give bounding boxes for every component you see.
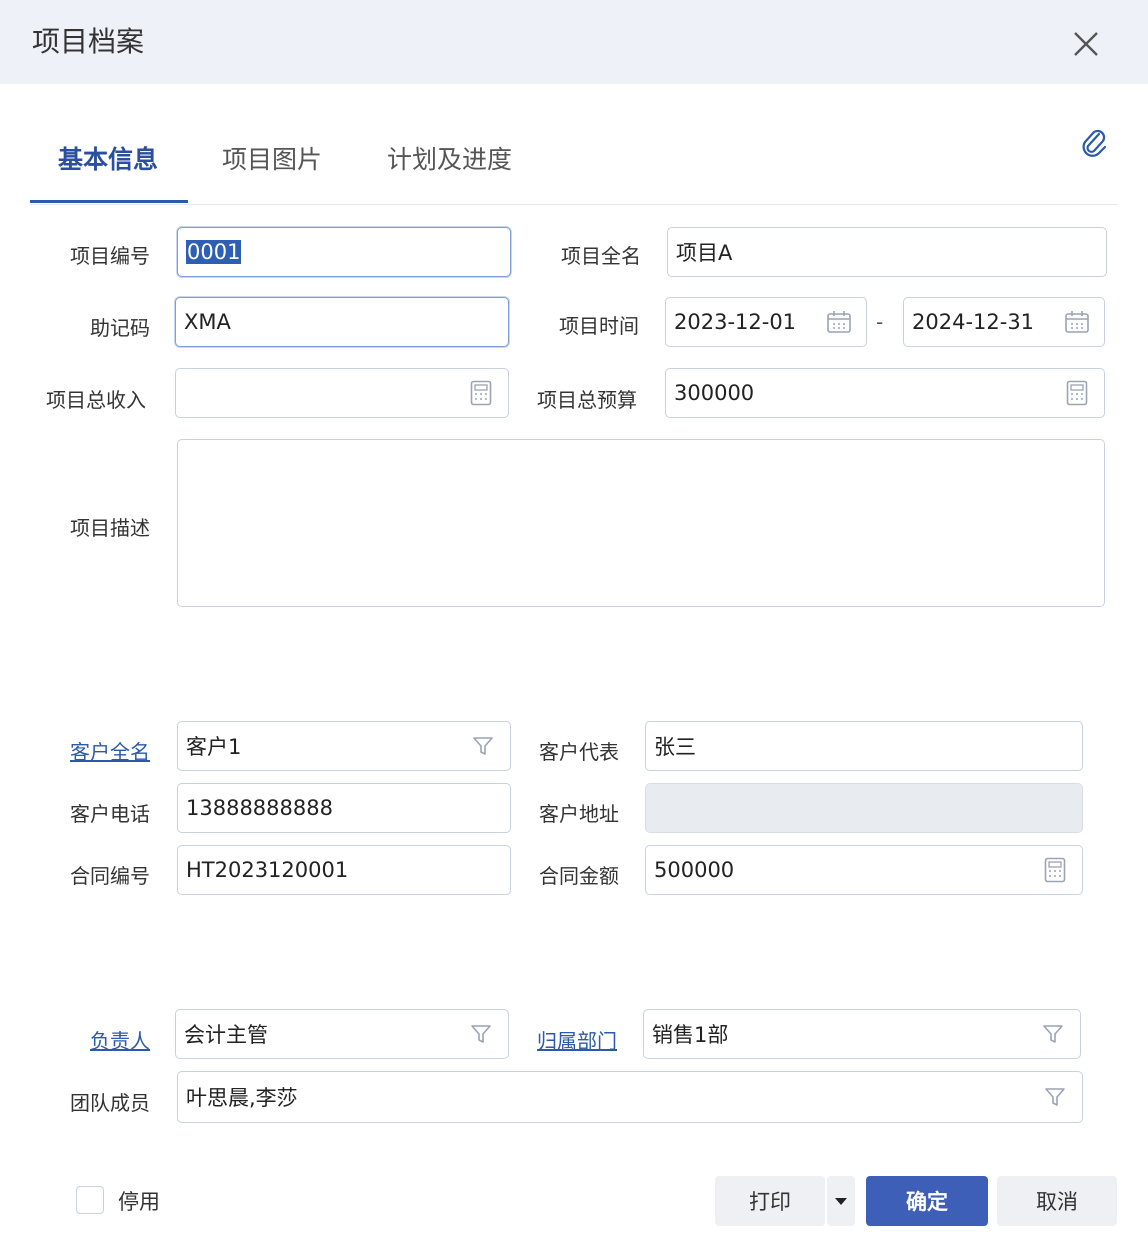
team-members-input[interactable]: 叶思晨,李莎 [177,1071,1083,1123]
project-fullname-label: 项目全名 [561,244,641,268]
total-budget-value: 300000 [674,381,755,405]
project-fullname-input[interactable]: 项目A [667,227,1107,277]
start-date-input[interactable]: 2023-12-01 [665,297,867,347]
customer-name-input[interactable]: 客户1 [177,721,511,771]
end-date-input[interactable]: 2024-12-31 [903,297,1105,347]
customer-name-link[interactable]: 客户全名 [70,736,150,765]
project-fullname-value: 项目A [676,241,733,265]
calculator-icon[interactable] [470,380,492,406]
calendar-icon[interactable] [1064,310,1090,334]
end-date-value: 2024-12-31 [912,310,1035,334]
customer-name-value: 客户1 [186,735,242,759]
disable-checkbox[interactable] [76,1186,104,1214]
calculator-icon[interactable] [1066,380,1088,406]
owner-input[interactable]: 会计主管 [175,1009,509,1059]
dialog-title: 项目档案 [32,25,145,58]
cancel-button[interactable]: 取消 [997,1176,1117,1226]
total-income-label: 项目总收入 [46,388,146,412]
mnemonic-label: 助记码 [90,316,150,340]
description-label: 项目描述 [70,516,150,540]
contract-number-label: 合同编号 [70,864,150,888]
print-options-button[interactable] [827,1176,855,1226]
filter-icon[interactable] [1044,1086,1066,1108]
customer-rep-value: 张三 [654,735,696,759]
filter-icon[interactable] [1042,1023,1064,1045]
contract-amount-input[interactable]: 500000 [645,845,1083,895]
disable-checkbox-label: 停用 [118,1190,160,1214]
mnemonic-value: XMA [184,310,231,334]
department-value: 销售1部 [652,1023,729,1047]
paperclip-icon[interactable] [1078,126,1110,160]
contract-amount-value: 500000 [654,858,735,882]
calculator-icon[interactable] [1044,857,1066,883]
tab-basic-info[interactable]: 基本信息 [58,140,158,176]
customer-phone-input[interactable]: 13888888888 [177,783,511,833]
contract-amount-label: 合同金额 [539,864,619,888]
mnemonic-input[interactable]: XMA [175,297,509,347]
customer-phone-value: 13888888888 [186,796,333,820]
customer-rep-label: 客户代表 [539,740,619,764]
ok-button[interactable]: 确定 [866,1176,988,1226]
customer-address-input [645,783,1083,833]
filter-icon[interactable] [470,1023,492,1045]
project-code-label: 项目编号 [70,244,150,268]
dialog-header: 项目档案 [0,0,1148,84]
total-budget-label: 项目总预算 [537,388,637,412]
contract-number-value: HT2023120001 [186,858,349,882]
department-input[interactable]: 销售1部 [643,1009,1081,1059]
owner-value: 会计主管 [184,1023,268,1047]
team-members-value: 叶思晨,李莎 [186,1086,298,1110]
customer-address-label: 客户地址 [539,802,619,826]
department-link[interactable]: 归属部门 [537,1025,617,1054]
description-textarea[interactable] [177,439,1105,607]
customer-phone-label: 客户电话 [70,802,150,826]
contract-number-input[interactable]: HT2023120001 [177,845,511,895]
project-code-input[interactable]: 0001 [177,227,511,277]
tab-divider [30,204,1118,205]
filter-icon[interactable] [472,735,494,757]
active-tab-indicator [30,200,188,203]
tab-plan-progress[interactable]: 计划及进度 [387,140,512,176]
project-code-value: 0001 [186,240,242,264]
customer-rep-input[interactable]: 张三 [645,721,1083,771]
date-separator: - [876,310,884,334]
owner-link[interactable]: 负责人 [90,1025,150,1054]
tab-project-images[interactable]: 项目图片 [222,140,322,176]
total-budget-input[interactable]: 300000 [665,368,1105,418]
total-income-input[interactable] [175,368,509,418]
close-icon[interactable] [1066,24,1106,64]
calendar-icon[interactable] [826,310,852,334]
caret-down-icon [835,1198,847,1205]
start-date-value: 2023-12-01 [674,310,797,334]
print-button[interactable]: 打印 [715,1176,825,1226]
project-period-label: 项目时间 [559,314,639,338]
team-members-label: 团队成员 [70,1091,150,1115]
